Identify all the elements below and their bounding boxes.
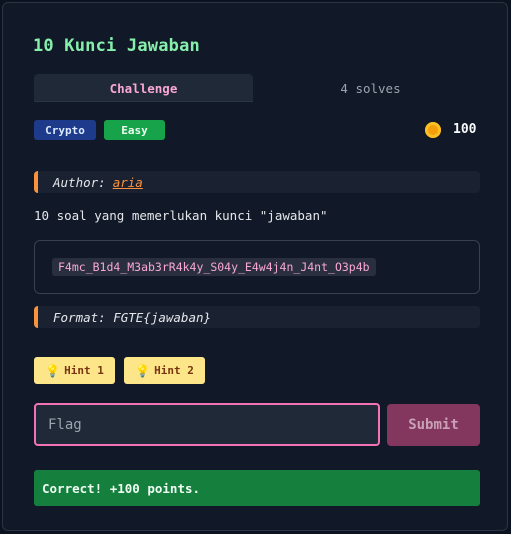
ciphertext-code: F4mc_B1d4_M3ab3rR4k4y_S04y_E4w4j4n_J4nt_… [52,258,376,276]
hint-1-button[interactable]: 💡 Hint 1 [34,357,115,384]
tab-solves[interactable]: 4 solves [261,74,480,102]
hint-1-label: Hint 1 [64,364,104,377]
tab-divider [34,101,253,102]
result-message: Correct! +100 points. [34,470,480,506]
challenge-card: 10 Kunci Jawaban Challenge 4 solves Cryp… [2,2,508,531]
challenge-description: 10 soal yang memerlukan kunci "jawaban" [34,208,328,223]
tab-challenge[interactable]: Challenge [34,74,253,102]
difficulty-badge: Easy [104,120,165,140]
author-label: Author: [53,174,106,190]
flag-input[interactable] [34,403,380,446]
format-note: Format: FGTE{jawaban} [34,306,480,328]
lightbulb-icon: 💡 [45,363,61,378]
category-badge: Crypto [34,120,96,140]
hint-2-label: Hint 2 [154,364,194,377]
format-text: Format: FGTE{jawaban} [53,309,212,325]
author-note: Author: aria [34,171,480,193]
submit-button[interactable]: Submit [387,404,480,446]
coin-icon [425,122,441,138]
lightbulb-icon: 💡 [135,363,151,378]
challenge-title: 10 Kunci Jawaban [33,36,200,56]
points-value: 100 [453,122,477,137]
ciphertext-box: F4mc_B1d4_M3ab3rR4k4y_S04y_E4w4j4n_J4nt_… [34,240,480,294]
author-link[interactable]: aria [113,175,143,190]
hint-2-button[interactable]: 💡 Hint 2 [124,357,205,384]
